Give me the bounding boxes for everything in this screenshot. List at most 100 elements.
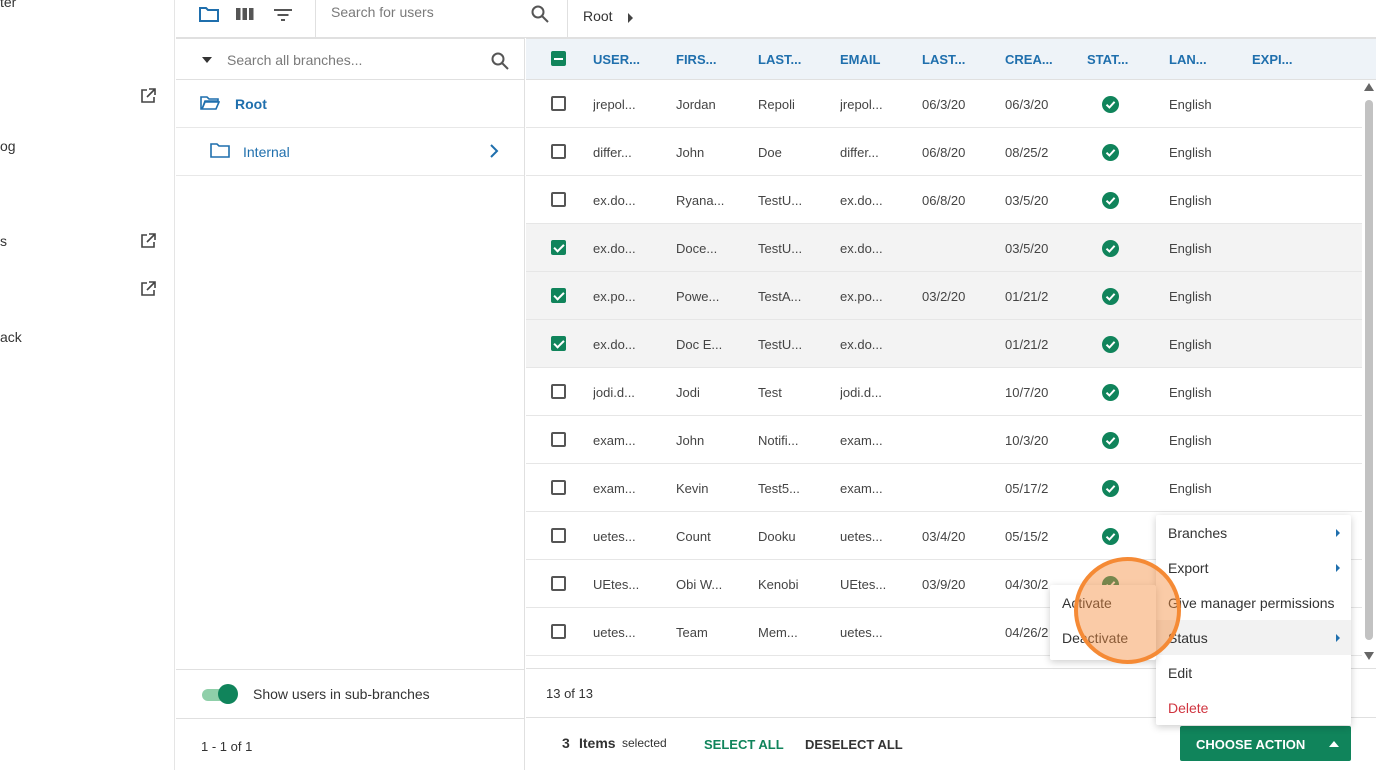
- row-checkbox[interactable]: [551, 240, 566, 255]
- submenu-item-deactivate[interactable]: Deactivate: [1050, 620, 1156, 655]
- columns-icon[interactable]: [235, 5, 255, 23]
- row-checkbox[interactable]: [551, 96, 566, 111]
- cell-last: TestA...: [758, 289, 802, 304]
- cell-created: 10/7/20: [1005, 385, 1049, 400]
- cell-email: ex.do...: [840, 193, 883, 208]
- table-row[interactable]: ex.do... Doc E... TestU... ex.do... 01/21/2 E…: [526, 320, 1362, 368]
- search-icon[interactable]: [490, 51, 510, 71]
- cell-lastlogin: 06/8/20: [922, 193, 966, 208]
- scroll-down-icon[interactable]: [1364, 652, 1374, 660]
- table-row[interactable]: jodi.d... Jodi Test jodi.d... 10/7/20 English: [526, 368, 1362, 416]
- cell-email: UEtes...: [840, 577, 887, 592]
- scroll-up-icon[interactable]: [1364, 83, 1374, 91]
- menu-item-edit[interactable]: Edit: [1156, 655, 1351, 690]
- table-row[interactable]: exam... Kevin Test5... exam... 05/17/2 Englis…: [526, 464, 1362, 512]
- cell-last: Test5...: [758, 481, 800, 496]
- menu-item-give-manager-permissions[interactable]: Give manager permissions: [1156, 585, 1351, 620]
- external-link-icon[interactable]: [140, 233, 156, 249]
- caret-down-icon[interactable]: [202, 57, 212, 63]
- cell-user: uetes...: [593, 529, 636, 544]
- tree-pager-label: 1 - 1 of 1: [201, 739, 253, 754]
- table-row[interactable]: exam... John Notifi... exam... 10/3/20 Englis…: [526, 416, 1362, 464]
- submenu-arrow-icon: [1336, 529, 1340, 537]
- search-icon[interactable]: [530, 4, 550, 24]
- row-checkbox[interactable]: [551, 144, 566, 159]
- breadcrumb-arrow-icon[interactable]: [627, 13, 635, 23]
- row-checkbox[interactable]: [551, 288, 566, 303]
- menu-item-branches[interactable]: Branches: [1156, 515, 1351, 550]
- menu-item-label: Delete: [1168, 700, 1209, 716]
- toolbar-divider: [315, 0, 316, 38]
- column-header[interactable]: CREA...: [1005, 52, 1053, 67]
- row-checkbox[interactable]: [551, 384, 566, 399]
- tree-item-root[interactable]: Root: [176, 80, 524, 128]
- menu-item-label: Export: [1168, 560, 1209, 576]
- column-header[interactable]: STAT...: [1087, 52, 1128, 67]
- cell-first: Doce...: [676, 241, 718, 256]
- cell-lang: English: [1169, 433, 1212, 448]
- menu-item-label: Status: [1168, 630, 1208, 646]
- menu-item-delete[interactable]: Delete: [1156, 690, 1351, 725]
- tree-item-internal[interactable]: Internal: [176, 128, 524, 176]
- row-checkbox[interactable]: [551, 480, 566, 495]
- external-link-icon[interactable]: [140, 88, 156, 104]
- cell-user: ex.do...: [593, 241, 636, 256]
- column-header[interactable]: LAST...: [922, 52, 965, 67]
- table-row[interactable]: ex.po... Powe... TestA... ex.po... 03/2/20 01…: [526, 272, 1362, 320]
- row-checkbox[interactable]: [551, 624, 566, 639]
- cell-lang: English: [1169, 385, 1212, 400]
- select-all-button[interactable]: SELECT ALL: [704, 737, 784, 752]
- table-scrollbar[interactable]: [1362, 80, 1376, 668]
- row-checkbox[interactable]: [551, 528, 566, 543]
- cell-email: exam...: [840, 433, 883, 448]
- cell-user: jodi.d...: [593, 385, 635, 400]
- external-link-icon[interactable]: [140, 281, 156, 297]
- row-checkbox[interactable]: [551, 432, 566, 447]
- column-header[interactable]: LAN...: [1169, 52, 1207, 67]
- cell-last: Dooku: [758, 529, 796, 544]
- column-header[interactable]: EXPI...: [1252, 52, 1292, 67]
- submenu-item-activate[interactable]: Activate: [1050, 585, 1156, 620]
- nav-item-label[interactable]: ter: [0, 0, 16, 10]
- table-row[interactable]: ex.do... Doce... TestU... ex.do... 03/5/20 En…: [526, 224, 1362, 272]
- nav-item-label[interactable]: og: [0, 138, 16, 154]
- cell-created: 10/3/20: [1005, 433, 1049, 448]
- choose-action-button[interactable]: CHOOSE ACTION: [1180, 726, 1351, 761]
- row-checkbox[interactable]: [551, 192, 566, 207]
- column-header[interactable]: EMAIL: [840, 52, 880, 67]
- cell-created: 04/26/2: [1005, 625, 1049, 640]
- column-header[interactable]: USER...: [593, 52, 640, 67]
- chevron-right-icon[interactable]: [489, 144, 499, 158]
- cell-lang: English: [1169, 289, 1212, 304]
- nav-item-label[interactable]: ack: [0, 329, 22, 345]
- table-row[interactable]: differ... John Doe differ... 06/8/20 08/25/2 E…: [526, 128, 1362, 176]
- status-active-icon: [1102, 528, 1119, 545]
- folder-view-icon[interactable]: [199, 5, 219, 23]
- table-count: 13 of 13: [546, 686, 593, 701]
- scroll-thumb[interactable]: [1365, 100, 1373, 640]
- menu-item-status[interactable]: Status: [1156, 620, 1351, 655]
- tree-item-label: Internal: [243, 144, 290, 160]
- branch-search-input[interactable]: Search all branches...: [227, 52, 362, 68]
- select-all-checkbox[interactable]: [551, 51, 566, 66]
- breadcrumb-root[interactable]: Root: [583, 8, 613, 24]
- cell-lastlogin: 06/8/20: [922, 145, 966, 160]
- nav-item-label[interactable]: s: [0, 233, 7, 249]
- row-checkbox[interactable]: [551, 576, 566, 591]
- filter-icon[interactable]: [273, 5, 293, 23]
- column-header[interactable]: LAST...: [758, 52, 801, 67]
- table-row[interactable]: ex.do... Ryana... TestU... ex.do... 06/8/20 0…: [526, 176, 1362, 224]
- cell-first: Powe...: [676, 289, 720, 304]
- cell-email: ex.do...: [840, 337, 883, 352]
- cell-created: 05/15/2: [1005, 529, 1049, 544]
- user-search-input[interactable]: Search for users: [331, 4, 434, 20]
- menu-item-export[interactable]: Export: [1156, 550, 1351, 585]
- column-header[interactable]: FIRS...: [676, 52, 716, 67]
- table-row[interactable]: jrepol... Jordan Repoli jrepol... 06/3/20 06/…: [526, 80, 1362, 128]
- selected-items-label: Items: [579, 735, 616, 751]
- cell-email: jrepol...: [840, 97, 883, 112]
- cell-first: John: [676, 433, 705, 448]
- row-checkbox[interactable]: [551, 336, 566, 351]
- subbranch-toggle[interactable]: [200, 684, 238, 704]
- deselect-all-button[interactable]: DESELECT ALL: [805, 737, 903, 752]
